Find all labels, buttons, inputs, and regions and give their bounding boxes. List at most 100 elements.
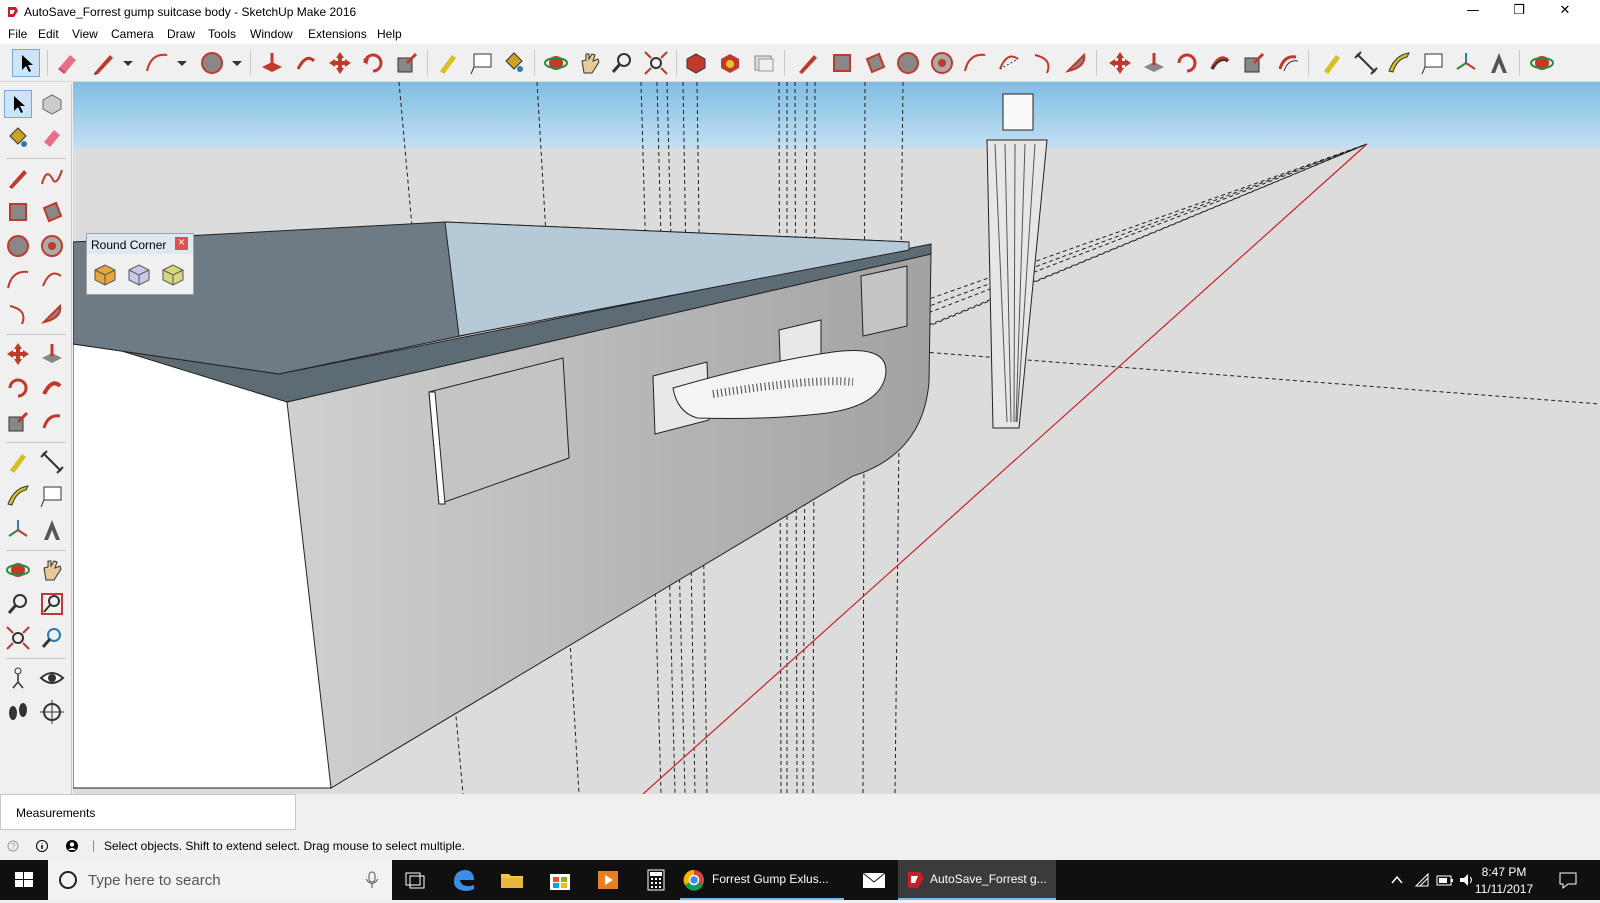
- push-pull-left-button[interactable]: [38, 340, 66, 368]
- select-tool-button[interactable]: [12, 49, 40, 77]
- edge-taskbar-button[interactable]: [440, 860, 488, 900]
- round-corner-button[interactable]: [91, 260, 119, 288]
- orbit-left-button[interactable]: [4, 556, 32, 584]
- clock-date[interactable]: 11/11/2017: [1474, 882, 1534, 896]
- pie-tool-button[interactable]: [1062, 49, 1090, 77]
- follow-me-left-button[interactable]: [38, 374, 66, 402]
- 2-point-arc-tool-button[interactable]: [995, 49, 1023, 77]
- arc-tool-button[interactable]: [143, 49, 171, 77]
- round-corner-close-button[interactable]: ×: [175, 237, 188, 250]
- menu-draw[interactable]: Draw: [167, 27, 195, 41]
- menu-file[interactable]: File: [8, 27, 27, 41]
- rotate-tool-button[interactable]: [359, 49, 387, 77]
- clock-time[interactable]: 8:47 PM: [1474, 865, 1534, 879]
- menu-help[interactable]: Help: [377, 27, 402, 41]
- offset-tool-button[interactable]: [1274, 49, 1302, 77]
- zoom-tool-button[interactable]: [608, 49, 636, 77]
- rectangle-left-button[interactable]: [4, 198, 32, 226]
- taskbar-search-box[interactable]: Type here to search: [48, 860, 392, 900]
- notifications-icon[interactable]: [1558, 870, 1578, 890]
- axes-left-button[interactable]: [4, 516, 32, 544]
- pan-left-button[interactable]: [38, 556, 66, 584]
- 3-point-arc-tool-button[interactable]: [1029, 49, 1057, 77]
- chevron-down-icon[interactable]: [177, 53, 187, 73]
- chevron-down-icon[interactable]: [123, 53, 133, 73]
- close-button[interactable]: ✕: [1542, 0, 1588, 24]
- scale-left-button[interactable]: [4, 408, 32, 436]
- dimension-left-button[interactable]: [38, 448, 66, 476]
- scale-tool-2-button[interactable]: [1240, 49, 1268, 77]
- zoom-left-button[interactable]: [4, 590, 32, 618]
- tape-measure-tool-2-button[interactable]: [1318, 49, 1346, 77]
- file-explorer-taskbar-button[interactable]: [488, 860, 536, 900]
- menu-edit[interactable]: Edit: [38, 27, 59, 41]
- push-pull-tool-button[interactable]: [258, 49, 286, 77]
- circle-tool-button[interactable]: [198, 49, 226, 77]
- arc-left-button[interactable]: [4, 266, 32, 294]
- start-button[interactable]: [0, 860, 48, 900]
- chevron-up-icon[interactable]: [1390, 873, 1404, 887]
- credits-info-icon[interactable]: [35, 839, 49, 853]
- eraser-tool-button[interactable]: [54, 49, 82, 77]
- calculator-taskbar-button[interactable]: [632, 860, 680, 900]
- move-left-button[interactable]: [4, 340, 32, 368]
- bevel-button[interactable]: [159, 260, 187, 288]
- follow-me-tool-2-button[interactable]: [1206, 49, 1234, 77]
- rectangle-tool-button[interactable]: [828, 49, 856, 77]
- three-point-arc-left-button[interactable]: [4, 300, 32, 328]
- dimension-tool-button[interactable]: [1352, 49, 1380, 77]
- media-taskbar-button[interactable]: [584, 860, 632, 900]
- walk-left-button[interactable]: [4, 698, 32, 726]
- zoom-window-left-button[interactable]: [38, 590, 66, 618]
- rotate-tool-2-button[interactable]: [1173, 49, 1201, 77]
- pie-left-button[interactable]: [38, 300, 66, 328]
- arc-tool-2-button[interactable]: [961, 49, 989, 77]
- geo-location-icon[interactable]: ?: [6, 839, 20, 853]
- position-camera-left-button[interactable]: [4, 664, 32, 692]
- paint-bucket-tool-button[interactable]: [500, 49, 528, 77]
- sketchup-taskbar-app[interactable]: AutoSave_Forrest g...: [898, 860, 1056, 900]
- 3d-text-tool-button[interactable]: [1485, 49, 1513, 77]
- protractor-left-button[interactable]: [4, 482, 32, 510]
- measurements-box[interactable]: Measurements: [0, 794, 296, 830]
- text-left-button[interactable]: [38, 482, 66, 510]
- follow-me-tool-button[interactable]: [292, 49, 320, 77]
- task-view-button[interactable]: [392, 860, 440, 900]
- text-tool-button[interactable]: [468, 49, 496, 77]
- line-left-button[interactable]: [4, 164, 32, 192]
- circle-tool-2-button[interactable]: [894, 49, 922, 77]
- menu-window[interactable]: Window: [250, 27, 293, 41]
- look-around-left-button[interactable]: [38, 664, 66, 692]
- text-tool-2-button[interactable]: [1419, 49, 1447, 77]
- protractor-tool-button[interactable]: [1385, 49, 1413, 77]
- pan-tool-button[interactable]: [576, 49, 604, 77]
- mail-taskbar-button[interactable]: [850, 860, 898, 900]
- move-tool-button[interactable]: [326, 49, 354, 77]
- polygon-left-button[interactable]: [38, 232, 66, 260]
- make-component-button[interactable]: [38, 90, 66, 118]
- 3d-text-left-button[interactable]: [38, 516, 66, 544]
- menu-extensions[interactable]: Extensions: [308, 27, 367, 41]
- previous-view-left-button[interactable]: [38, 624, 66, 652]
- orbit-tool-button[interactable]: [542, 49, 570, 77]
- select-tool-left-button[interactable]: [4, 90, 32, 118]
- sharp-corner-button[interactable]: [125, 260, 153, 288]
- scale-tool-button[interactable]: [393, 49, 421, 77]
- layout-button[interactable]: [750, 49, 778, 77]
- axes-tool-button[interactable]: [1452, 49, 1480, 77]
- wifi-icon[interactable]: [1414, 872, 1430, 888]
- section-plane-left-button[interactable]: [38, 698, 66, 726]
- rotate-left-button[interactable]: [4, 374, 32, 402]
- restore-button[interactable]: ❐: [1496, 0, 1542, 24]
- extension-warehouse-button[interactable]: [716, 49, 744, 77]
- store-taskbar-button[interactable]: [536, 860, 584, 900]
- menu-camera[interactable]: Camera: [111, 27, 154, 41]
- push-pull-tool-2-button[interactable]: [1140, 49, 1168, 77]
- chrome-taskbar-app[interactable]: Forrest Gump Exlus...: [680, 860, 844, 900]
- paint-bucket-left-button[interactable]: [4, 124, 32, 152]
- rotated-rectangle-left-button[interactable]: [38, 198, 66, 226]
- zoom-extents-tool-button[interactable]: [642, 49, 670, 77]
- tape-measure-tool-button[interactable]: [434, 49, 462, 77]
- zoom-extents-left-button[interactable]: [4, 624, 32, 652]
- offset-left-button[interactable]: [38, 408, 66, 436]
